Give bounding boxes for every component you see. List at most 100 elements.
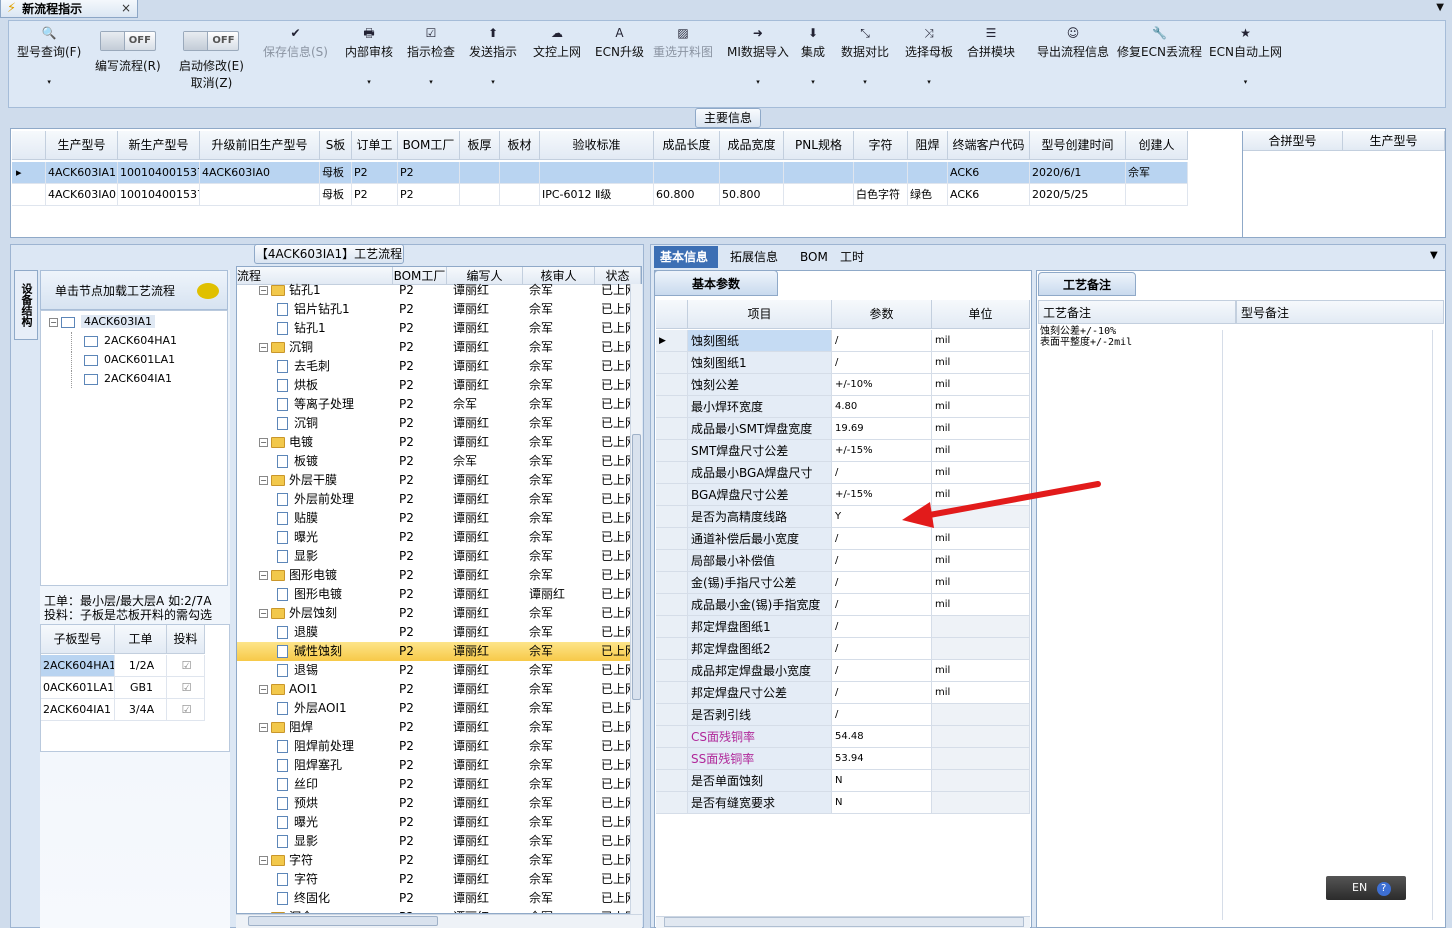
process-row[interactable]: − 外层蚀刻 P2 谭丽红 佘军 已上网 <box>237 604 637 623</box>
param-value[interactable]: / <box>832 330 932 352</box>
param-row[interactable]: 邦定焊盘图纸1/ <box>656 616 1030 638</box>
collapse-icon[interactable]: − <box>259 723 268 732</box>
toolbar-button-8[interactable]: A ECN升级 <box>595 23 644 103</box>
param-row[interactable]: 成品最小金(锡)手指宽度 / mil <box>656 594 1030 616</box>
column-header[interactable]: 生产型号 <box>46 131 118 160</box>
tree-root[interactable]: − 4ACK603IA1 <box>49 313 155 331</box>
close-tab-icon[interactable]: × <box>121 1 131 15</box>
param-row[interactable]: 蚀刻图纸1/mil <box>656 352 1030 374</box>
column-header[interactable]: 参数 <box>832 300 932 329</box>
column-header[interactable]: 板厚 <box>460 131 500 160</box>
language-bar[interactable]: EN ? <box>1326 876 1406 900</box>
collapse-icon[interactable]: − <box>49 317 58 327</box>
param-value[interactable]: 54.48 <box>832 726 932 748</box>
subboard-order[interactable]: 1/2A <box>115 655 167 677</box>
column-header[interactable]: 项目 <box>688 300 832 329</box>
grid-cell[interactable] <box>500 162 540 184</box>
grid-cell[interactable]: 2020/6/1 <box>1030 162 1126 184</box>
grid-cell[interactable]: P2 <box>352 162 398 184</box>
collapse-icon[interactable]: − <box>259 571 268 580</box>
grid-cell[interactable]: 母板 <box>320 162 352 184</box>
param-value[interactable]: / <box>832 572 932 594</box>
process-row[interactable]: 烘板 P2 谭丽红 佘军 已上网 <box>237 376 637 395</box>
toolbar-button-7[interactable]: ☁ 文控上网 <box>533 23 581 103</box>
grid-cell[interactable]: 60.800 <box>654 184 720 206</box>
toolbar-button-17[interactable]: ★ ECN自动上网 ▾ <box>1209 23 1282 103</box>
row-indicator[interactable] <box>12 184 46 206</box>
toolbar-button-14[interactable]: ☰ 合拼模块 <box>967 23 1015 103</box>
remarks-scroll-2[interactable] <box>1432 330 1442 920</box>
tree-node[interactable]: 2ACK604IA1 <box>71 370 172 388</box>
right-tabs-menu-icon[interactable]: ▼ <box>1430 250 1438 261</box>
grid-cell[interactable] <box>460 184 500 206</box>
param-value[interactable]: +/-10% <box>832 374 932 396</box>
column-header[interactable]: 子板型号 <box>41 625 115 654</box>
param-row[interactable]: 是否剥引线 / <box>656 704 1030 726</box>
process-row[interactable]: 外层前处理 P2 谭丽红 佘军 已上网 <box>237 490 637 509</box>
toolbar-button-15[interactable]: ☺ 导出流程信息 <box>1037 23 1109 103</box>
collapse-icon[interactable]: − <box>259 438 268 447</box>
param-row[interactable]: 是否有缝宽要求 N <box>656 792 1030 814</box>
collapse-icon[interactable]: − <box>259 343 268 352</box>
process-row[interactable]: 退锡 P2 谭丽红 佘军 已上网 <box>237 661 637 680</box>
grid-cell[interactable]: 50.800 <box>720 184 784 206</box>
param-value[interactable]: +/-15% <box>832 440 932 462</box>
toggle-switch[interactable]: OFF <box>183 31 240 51</box>
param-row[interactable]: 成品最小SMT焊盘宽度 19.69 mil <box>656 418 1030 440</box>
grid-cell[interactable]: 绿色 <box>908 184 948 206</box>
process-row[interactable]: 丝印 P2 谭丽红 佘军 已上网 <box>237 775 637 794</box>
param-row[interactable]: 邦定焊盘尺寸公差 / mil <box>656 682 1030 704</box>
param-value[interactable]: 4.80 <box>832 396 932 418</box>
toolbar-button-11[interactable]: ⬇ 集成 ▾ <box>801 23 825 103</box>
column-header[interactable]: 订单工厂 <box>352 131 398 181</box>
toolbar-button-12[interactable]: ⤡ 数据对比 ▾ <box>841 23 889 103</box>
grid-cell[interactable] <box>1126 184 1188 206</box>
param-row[interactable]: 金(锡)手指尺寸公差 / mil <box>656 572 1030 594</box>
dropdown-arrow-icon[interactable]: ▾ <box>429 78 433 86</box>
param-value[interactable]: N <box>832 770 932 792</box>
param-row[interactable]: 通道补偿后最小宽度 / mil <box>656 528 1030 550</box>
param-row[interactable]: SS面残铜率 53.94 <box>656 748 1030 770</box>
remarks-tab[interactable]: 工艺备注 <box>1038 272 1136 296</box>
param-row[interactable]: 邦定焊盘图纸2/ <box>656 638 1030 660</box>
column-header[interactable]: 升级前旧生产型号 <box>200 131 320 160</box>
column-header[interactable]: 板材 <box>500 131 540 160</box>
param-row[interactable]: ▶ 蚀刻图纸 / mil <box>656 330 1030 352</box>
tree-node[interactable]: 0ACK601LA1 <box>71 351 175 369</box>
param-value[interactable]: / <box>832 704 932 726</box>
column-header[interactable]: 成品长度 <box>654 131 720 160</box>
param-value[interactable]: / <box>832 616 932 638</box>
column-header[interactable]: 验收标准 <box>540 131 654 160</box>
process-row[interactable]: 阻焊前处理 P2 谭丽红 佘军 已上网 <box>237 737 637 756</box>
toolbar-button-10[interactable]: ➜ MI数据导入 ▾ <box>727 23 789 103</box>
collapse-icon[interactable]: − <box>259 685 268 694</box>
process-row[interactable]: − 电镀 P2 谭丽红 佘军 已上网 <box>237 433 637 452</box>
column-header[interactable]: 创建人 <box>1126 131 1188 160</box>
params-hscroll[interactable] <box>656 916 1030 928</box>
column-header[interactable]: 合拼型号 <box>1243 131 1343 151</box>
process-row[interactable]: 贴膜 P2 谭丽红 佘军 已上网 <box>237 509 637 528</box>
grid-cell[interactable]: P2 <box>398 162 460 184</box>
toolbar-button-6[interactable]: ⬆ 发送指示 ▾ <box>469 23 517 103</box>
process-row[interactable]: 曝光 P2 谭丽红 佘军 已上网 <box>237 528 637 547</box>
dropdown-arrow-icon[interactable]: ▾ <box>863 78 867 86</box>
subboard-order[interactable]: 3/4A <box>115 699 167 721</box>
tab-2[interactable]: BOM <box>794 246 828 268</box>
column-header[interactable]: 单位 <box>932 300 1030 329</box>
process-row[interactable]: 钻孔1 P2 谭丽红 佘军 已上网 <box>237 319 637 338</box>
subboard-model[interactable]: 2ACK604HA1 <box>41 655 115 677</box>
subboard-model[interactable]: 2ACK604IA1 <box>41 699 115 721</box>
process-row[interactable]: − AOI1 P2 谭丽红 佘军 已上网 <box>237 680 637 699</box>
subboard-order[interactable]: GB1 <box>115 677 167 699</box>
process-row[interactable]: 外层AOI1 P2 谭丽红 佘军 已上网 <box>237 699 637 718</box>
vertical-tab-structure[interactable]: 设备结构 <box>14 270 38 340</box>
dropdown-arrow-icon[interactable]: ▾ <box>811 78 815 86</box>
param-value[interactable]: 53.94 <box>832 748 932 770</box>
process-row[interactable]: − 沉铜 P2 谭丽红 佘军 已上网 <box>237 338 637 357</box>
grid-cell[interactable]: P2 <box>352 184 398 206</box>
dropdown-arrow-icon[interactable]: ▾ <box>367 78 371 86</box>
param-row[interactable]: 是否单面蚀刻 N <box>656 770 1030 792</box>
toolbar-button-4[interactable]: 🖶 内部审核 ▾ <box>345 23 393 103</box>
column-header[interactable]: 字符 <box>854 131 908 160</box>
dropdown-arrow-icon[interactable]: ▾ <box>927 78 931 86</box>
